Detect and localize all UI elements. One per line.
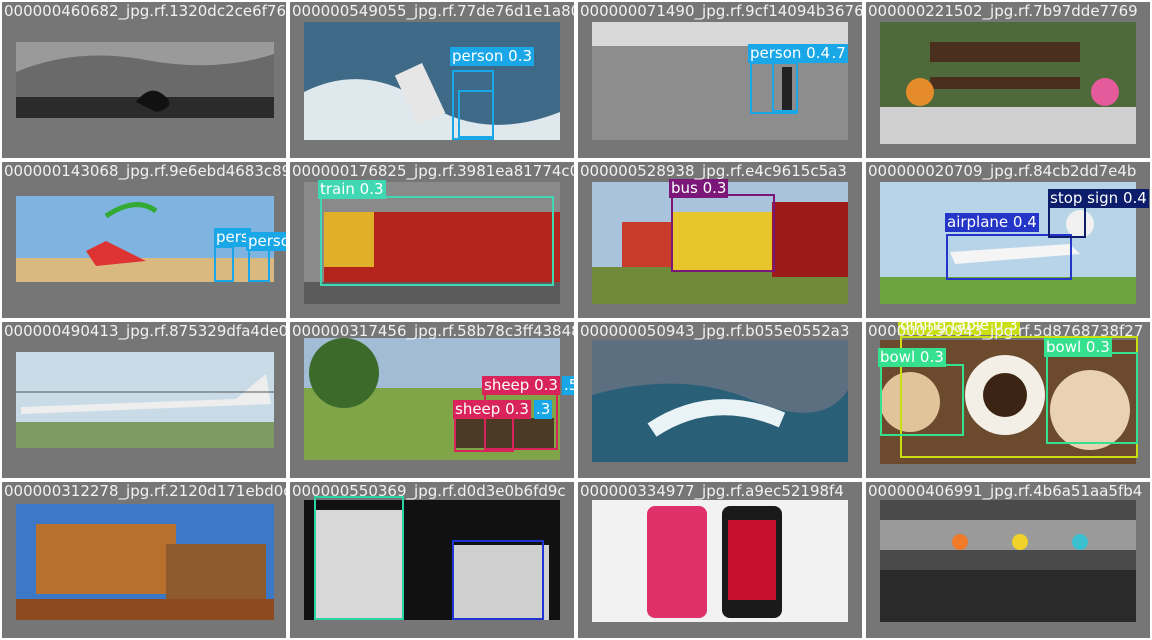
tile-filename: 000000312278_jpg.rf.2120d171ebd0d bbox=[4, 482, 286, 500]
detection-label: person 0.3 bbox=[450, 47, 535, 66]
detection-label: bowl 0.3 bbox=[878, 348, 946, 367]
detection-label: sheep 0.3 bbox=[482, 376, 560, 395]
tile-filename: 000000143068_jpg.rf.9e6ebd4683c8987b bbox=[4, 162, 286, 180]
photo-thumbnail bbox=[592, 340, 848, 462]
tile-15[interactable]: 000000406991_jpg.rf.4b6a51aa5fb4 bbox=[866, 482, 1150, 638]
detection-box-bowl bbox=[1046, 352, 1138, 444]
detection-label: bus 0.3 bbox=[669, 179, 729, 198]
tile-filename: 000000221502_jpg.rf.7b97dde7769 bbox=[868, 2, 1138, 20]
detection-label: train 0.3 bbox=[318, 180, 386, 199]
photo-thumbnail bbox=[16, 352, 274, 448]
photo-thumbnail bbox=[880, 22, 1136, 144]
tile-filename: 000000460682_jpg.rf.1320dc2ce6f7600085f bbox=[4, 2, 286, 20]
detection-box-zebra bbox=[452, 540, 544, 620]
tile-13[interactable]: 000000550369_jpg.rf.d0d3e0b6fd9c bbox=[290, 482, 574, 638]
tile-5[interactable]: train 0.3 000000176825_jpg.rf.3981ea8177… bbox=[290, 162, 574, 318]
detection-box-giraffe bbox=[314, 496, 404, 620]
detection-box-person bbox=[214, 246, 234, 282]
detection-label: bowl 0.3 bbox=[1044, 338, 1112, 357]
detection-box-bus bbox=[671, 194, 775, 272]
detection-label: sheep 0.3 bbox=[453, 400, 531, 419]
photo-thumbnail bbox=[16, 504, 274, 620]
detection-label: .3 bbox=[534, 400, 553, 419]
photo-thumbnail bbox=[880, 500, 1136, 622]
tile-8[interactable]: 000000490413_jpg.rf.875329dfa4de000 bbox=[2, 322, 286, 478]
tile-2[interactable]: 0.7 person 0.4 000000071490_jpg.rf.9cf14… bbox=[578, 2, 862, 158]
detection-box-sheep bbox=[454, 416, 514, 452]
detection-label: .5 bbox=[562, 376, 574, 395]
tile-14[interactable]: 000000334977_jpg.rf.a9ec52198f4 bbox=[578, 482, 862, 638]
tile-filename: 000000406991_jpg.rf.4b6a51aa5fb4 bbox=[868, 482, 1143, 500]
detection-label: airplane 0.4 bbox=[945, 213, 1039, 232]
tile-filename: 000000071490_jpg.rf.9cf14094b3676709702 bbox=[580, 2, 862, 20]
tile-11[interactable]: dining table 0.3 bowl 0.3 bowl 0.3 00000… bbox=[866, 322, 1150, 478]
tile-filename: 000000334977_jpg.rf.a9ec52198f4 bbox=[580, 482, 844, 500]
tile-filename: 000000550369_jpg.rf.d0d3e0b6fd9c bbox=[292, 482, 566, 500]
detection-box-stop-sign bbox=[1048, 206, 1086, 238]
detection-box-airplane bbox=[946, 234, 1072, 280]
detection-label: person 0.4 bbox=[246, 232, 286, 251]
detection-box-train bbox=[320, 196, 554, 286]
detection-box-person bbox=[772, 62, 798, 112]
tile-10[interactable]: 000000050943_jpg.rf.b055e0552a3 bbox=[578, 322, 862, 478]
tile-1[interactable]: person 0.3 000000549055_jpg.rf.77de76d1e… bbox=[290, 2, 574, 158]
tile-9[interactable]: .5 sheep 0.3 .3 sheep 0.3 000000317456_j… bbox=[290, 322, 574, 478]
tile-filename: 000000050943_jpg.rf.b055e0552a3 bbox=[580, 322, 850, 340]
tile-7[interactable]: airplane 0.4 stop sign 0.4 000000020709_… bbox=[866, 162, 1150, 318]
tile-filename: 000000490413_jpg.rf.875329dfa4de000 bbox=[4, 322, 286, 340]
detection-box-person bbox=[248, 246, 270, 282]
tile-filename: 000000528938_jpg.rf.e4c9615c5a3 bbox=[580, 162, 847, 180]
detection-box-bowl bbox=[880, 364, 964, 436]
tile-filename: 000000020709_jpg.rf.84cb2dd7e4b bbox=[868, 162, 1137, 180]
photo-thumbnail bbox=[304, 22, 560, 140]
tile-12[interactable]: 000000312278_jpg.rf.2120d171ebd0d bbox=[2, 482, 286, 638]
tile-filename: 000000549055_jpg.rf.77de76d1e1a8000007 bbox=[292, 2, 574, 20]
tile-filename: 000000317456_jpg.rf.58b78c3ff4384870 bbox=[292, 322, 574, 340]
tile-0[interactable]: 000000460682_jpg.rf.1320dc2ce6f7600085f bbox=[2, 2, 286, 158]
detection-label: person 0.4 bbox=[748, 44, 833, 63]
photo-thumbnail bbox=[592, 500, 848, 622]
detection-label: stop sign 0.4 bbox=[1048, 189, 1149, 208]
tile-filename: 000000176825_jpg.rf.3981ea81774c0550 bbox=[292, 162, 574, 180]
detection-box-person bbox=[458, 90, 494, 138]
tile-4[interactable]: pers person 0.4 000000143068_jpg.rf.9e6e… bbox=[2, 162, 286, 318]
photo-thumbnail bbox=[16, 42, 274, 118]
photo-thumbnail bbox=[592, 22, 848, 140]
tile-filename: 000000250943_jpg.rf.5d8768738f27 bbox=[868, 322, 1144, 340]
tile-3[interactable]: 000000221502_jpg.rf.7b97dde7769 bbox=[866, 2, 1150, 158]
tile-6[interactable]: bus 0.3 000000528938_jpg.rf.e4c9615c5a3 bbox=[578, 162, 862, 318]
